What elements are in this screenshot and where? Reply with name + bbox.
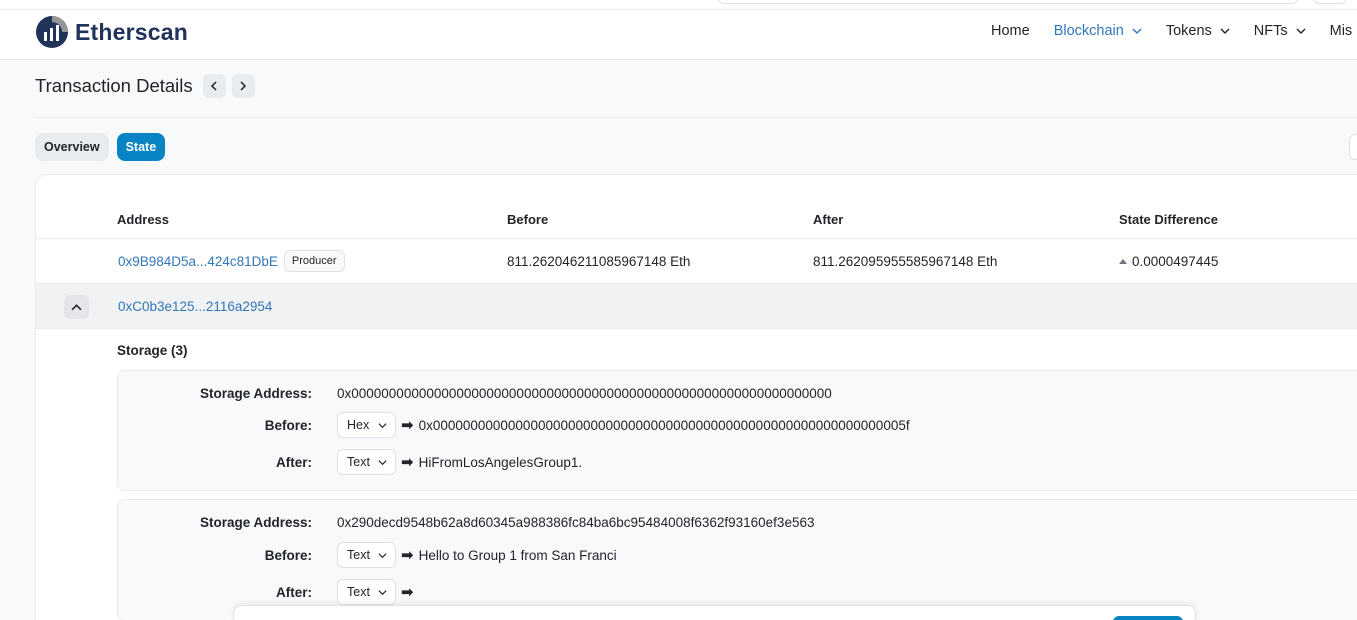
chevron-left-icon — [211, 81, 217, 91]
state-card: Address Before After State Difference 0x… — [35, 174, 1357, 620]
address-cell: 0x9B984D5a...424c81DbE Producer — [118, 239, 345, 283]
title-row: Transaction Details — [35, 74, 261, 98]
page-title: Transaction Details — [35, 75, 193, 96]
chevron-right-icon — [240, 81, 247, 91]
chevron-down-icon — [1296, 28, 1306, 34]
address-link[interactable]: 0x9B984D5a...424c81DbE — [118, 254, 278, 269]
etherscan-logo[interactable]: Etherscan — [35, 15, 188, 49]
divider — [35, 117, 1357, 118]
nav-misc[interactable]: Mis — [1330, 23, 1353, 39]
before-balance: 811.262046211085967148 Eth — [507, 253, 691, 269]
bottom-popup-bar — [233, 605, 1196, 620]
increase-triangle-icon — [1119, 258, 1127, 264]
address-link[interactable]: 0xC0b3e125...2116a2954 — [118, 299, 272, 314]
storage-entry: Storage Address: 0x000000000000000000000… — [117, 370, 1357, 491]
column-header-address: Address — [117, 212, 170, 227]
arrow-right-icon: ➡ — [401, 547, 414, 564]
state-difference: 0.0000497445 — [1119, 239, 1218, 283]
nav-misc-label: Mis — [1329, 23, 1353, 39]
column-header-state-difference: State Difference — [1119, 212, 1218, 227]
before-label: Before: — [264, 418, 312, 433]
before-label: Before: — [264, 548, 312, 563]
before-row: Hex ➡ 0x00000000000000000000000000000000… — [337, 412, 910, 438]
after-format-select[interactable]: Text — [337, 579, 396, 605]
after-format-value: Text — [347, 455, 370, 469]
arrow-right-icon: ➡ — [401, 454, 414, 471]
before-format-select[interactable]: Text — [337, 542, 396, 568]
etherscan-logo-icon — [36, 16, 68, 48]
prev-transaction-button[interactable] — [202, 74, 226, 98]
chevron-up-icon — [71, 303, 82, 310]
nav-home[interactable]: Home — [991, 23, 1030, 39]
column-header-after: After — [813, 212, 844, 227]
after-label: After: — [276, 455, 312, 470]
before-row: Text ➡ Hello to Group 1 from San Franci — [337, 542, 617, 568]
options-button[interactable] — [1349, 134, 1357, 160]
storage-entry: Storage Address: 0x290decd9548b62a8d6034… — [117, 499, 1357, 620]
tab-bar: Overview State — [35, 133, 166, 161]
nav-nfts[interactable]: NFTs — [1254, 23, 1306, 39]
before-format-value: Hex — [347, 418, 370, 432]
after-format-value: Text — [347, 585, 370, 599]
tab-state[interactable]: State — [116, 133, 166, 161]
table-row: 0x9B984D5a...424c81DbE Producer 811.2620… — [36, 239, 1357, 284]
top-action-button[interactable] — [1313, 0, 1347, 4]
chevron-down-icon — [378, 589, 387, 595]
after-row: Text ➡ — [337, 579, 419, 605]
after-value: HiFromLosAngelesGroup1. — [418, 454, 583, 470]
before-format-value: Text — [347, 548, 370, 562]
collapse-button[interactable] — [64, 295, 89, 319]
chevron-down-icon — [378, 552, 387, 558]
storage-heading: Storage (3) — [117, 343, 188, 358]
storage-address-label: Storage Address: — [199, 386, 312, 401]
after-format-select[interactable]: Text — [337, 449, 396, 475]
logo-text: Etherscan — [75, 18, 189, 45]
after-balance: 811.262095955585967148 Eth — [813, 253, 998, 269]
bottom-popup-button[interactable] — [1113, 616, 1183, 620]
storage-address-value: 0x00000000000000000000000000000000000000… — [337, 386, 832, 401]
arrow-right-icon: ➡ — [401, 584, 414, 601]
state-difference-value: 0.0000497445 — [1132, 253, 1219, 269]
search-input[interactable] — [718, 0, 1298, 4]
after-label: After: — [276, 585, 312, 600]
nav-blockchain[interactable]: Blockchain — [1054, 23, 1142, 39]
producer-badge: Producer — [283, 250, 345, 272]
storage-address-label: Storage Address: — [199, 515, 312, 530]
site-header: Etherscan Home Blockchain Tokens NFTs Mi… — [0, 10, 1357, 60]
nav-home-label: Home — [991, 23, 1030, 39]
nav-blockchain-label: Blockchain — [1053, 23, 1124, 39]
chevron-down-icon — [1132, 28, 1142, 34]
storage-address-value: 0x290decd9548b62a8d60345a988386fc84ba6bc… — [337, 515, 815, 530]
chevron-down-icon — [378, 422, 387, 428]
after-row: Text ➡ HiFromLosAngelesGroup1. — [337, 449, 582, 475]
nav-tokens[interactable]: Tokens — [1166, 23, 1230, 39]
arrow-right-icon: ➡ — [401, 417, 414, 434]
tab-overview[interactable]: Overview — [35, 133, 109, 161]
chevron-down-icon — [378, 459, 387, 465]
before-format-select[interactable]: Hex — [337, 412, 396, 438]
next-transaction-button[interactable] — [231, 74, 255, 98]
table-row-expanded: 0xC0b3e125...2116a2954 — [36, 284, 1357, 329]
before-value: 0x00000000000000000000000000000000000000… — [418, 417, 910, 433]
nav-tokens-label: Tokens — [1165, 23, 1212, 39]
nav-nfts-label: NFTs — [1253, 23, 1288, 39]
column-header-before: Before — [507, 212, 549, 227]
address-cell: 0xC0b3e125...2116a2954 — [118, 284, 272, 328]
top-strip — [0, 0, 1357, 10]
before-value: Hello to Group 1 from San Franci — [418, 547, 617, 563]
main-nav: Home Blockchain Tokens NFTs Mis — [991, 10, 1357, 52]
chevron-down-icon — [1220, 28, 1230, 34]
